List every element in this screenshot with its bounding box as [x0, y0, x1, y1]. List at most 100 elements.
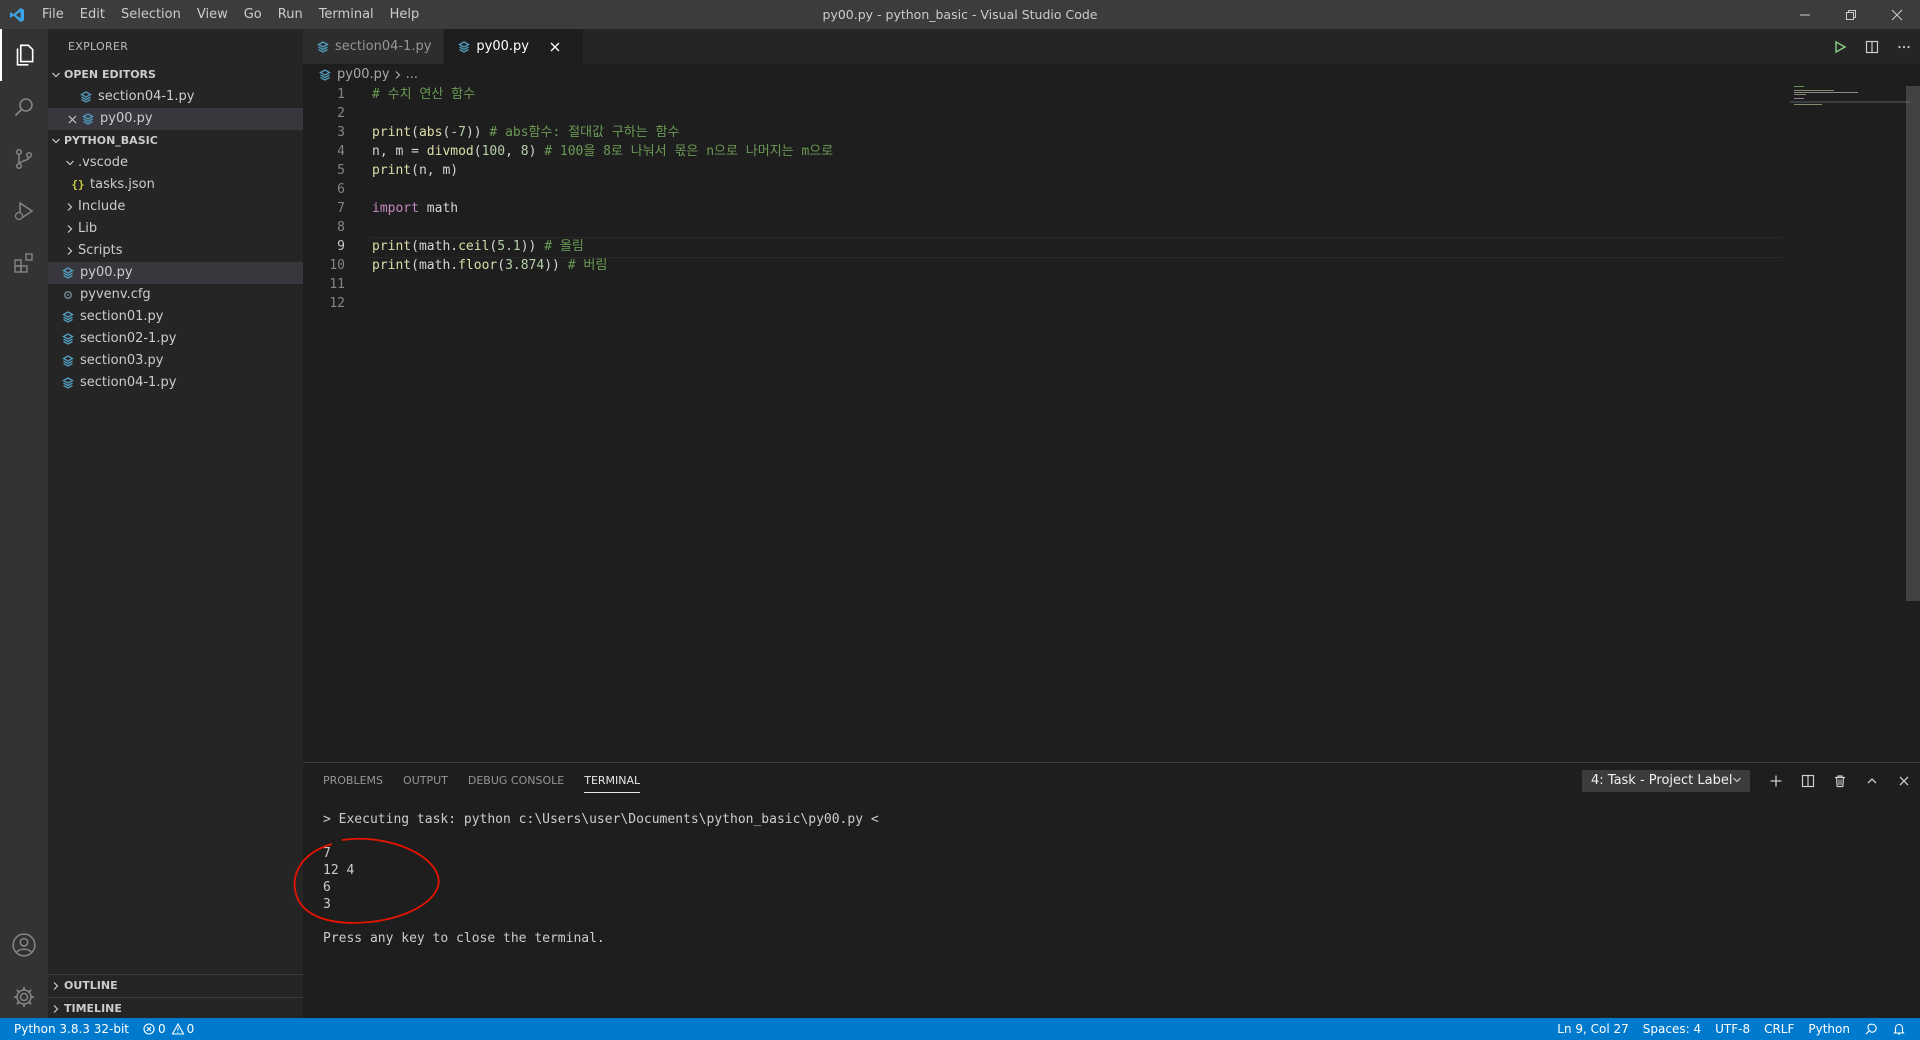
- close-icon[interactable]: [547, 42, 563, 52]
- line-ending[interactable]: CRLF: [1757, 1018, 1801, 1040]
- cursor-position[interactable]: Ln 9, Col 27: [1550, 1018, 1636, 1040]
- tab-py00[interactable]: py00.py: [444, 29, 585, 64]
- chevron-right-icon: [394, 70, 402, 80]
- close-window-button[interactable]: [1874, 0, 1920, 29]
- tab-debug-console[interactable]: DEBUG CONSOLE: [468, 763, 564, 798]
- chevron-right-icon: [62, 224, 78, 234]
- breadcrumb-file[interactable]: py00.py: [337, 64, 390, 86]
- new-terminal-button[interactable]: [1760, 763, 1792, 798]
- tree-item-py00[interactable]: py00.py: [48, 262, 303, 284]
- trash-icon: [1835, 774, 1845, 787]
- menu-help[interactable]: Help: [382, 0, 428, 29]
- minimize-button[interactable]: [1782, 0, 1828, 29]
- outline-header[interactable]: OUTLINE: [48, 975, 303, 997]
- tree-item-section01[interactable]: section01.py: [48, 306, 303, 328]
- timeline-header[interactable]: TIMELINE: [48, 997, 303, 1019]
- problems-status[interactable]: 0 0: [136, 1018, 201, 1040]
- menu-file[interactable]: File: [34, 0, 72, 29]
- terminal-select[interactable]: 4: Task - Project Label: [1582, 769, 1750, 792]
- tree-item-section04-1[interactable]: section04-1.py: [48, 372, 303, 394]
- line-number: 2: [337, 106, 345, 121]
- explorer-button[interactable]: [0, 29, 48, 81]
- minimap[interactable]: [1790, 85, 1910, 125]
- code-line: 1 # 수치 연산 함수: [303, 85, 1783, 104]
- run-debug-button[interactable]: [0, 185, 48, 237]
- extensions-button[interactable]: [0, 237, 48, 289]
- json-file-icon: {}: [71, 178, 85, 191]
- more-actions-button[interactable]: [1888, 29, 1920, 64]
- tree-item-include[interactable]: Include: [48, 196, 303, 218]
- terminal-line: > Executing task: python c:\Users\user\D…: [323, 812, 879, 827]
- plus-icon: [1770, 775, 1782, 786]
- play-icon: [1835, 40, 1847, 53]
- red-circle-annotation: [293, 837, 440, 924]
- split-terminal-button[interactable]: [1792, 763, 1824, 798]
- open-editor-item[interactable]: py00.py: [48, 108, 303, 130]
- error-icon: [143, 1023, 155, 1035]
- tree-item-lib[interactable]: Lib: [48, 218, 303, 240]
- encoding[interactable]: UTF-8: [1708, 1018, 1757, 1040]
- tree-item-label: Lib: [78, 221, 98, 236]
- line-number: 12: [329, 296, 345, 311]
- restore-icon: [1846, 9, 1856, 20]
- line-number: 11: [329, 277, 345, 292]
- status-bar-right: Ln 9, Col 27 Spaces: 4 UTF-8 CRLF Python: [1550, 1018, 1920, 1040]
- tree-item-pyvenv[interactable]: pyvenv.cfg: [48, 284, 303, 306]
- menu-selection[interactable]: Selection: [113, 0, 189, 29]
- notifications-button[interactable]: [1885, 1018, 1920, 1040]
- source-control-button[interactable]: [0, 133, 48, 185]
- code-line: 12: [303, 294, 1783, 313]
- folder-header[interactable]: PYTHON_BASIC: [48, 130, 303, 152]
- chevron-right-icon: [62, 202, 78, 212]
- warning-icon: [171, 1023, 184, 1035]
- line-number: 8: [337, 220, 345, 235]
- search-button[interactable]: [0, 81, 48, 133]
- python-interpreter[interactable]: Python 3.8.3 32-bit: [0, 1018, 136, 1040]
- restore-button[interactable]: [1828, 0, 1874, 29]
- chevron-right-icon: [48, 981, 64, 991]
- accounts-button[interactable]: [0, 919, 48, 971]
- menu-terminal[interactable]: Terminal: [311, 0, 382, 29]
- editor-scrollbar[interactable]: [1906, 86, 1920, 601]
- feedback-button[interactable]: [1857, 1018, 1885, 1040]
- line-content: [345, 275, 372, 294]
- menu-run[interactable]: Run: [270, 0, 311, 29]
- open-editor-item[interactable]: section04-1.py: [48, 86, 303, 108]
- manage-button[interactable]: [0, 971, 48, 1023]
- tab-output[interactable]: OUTPUT: [403, 763, 448, 798]
- ellipsis-icon: [1898, 45, 1910, 48]
- tab-label: py00.py: [476, 39, 529, 54]
- tab-section04-1[interactable]: section04-1.py: [303, 29, 445, 64]
- tree-item-vscode[interactable]: .vscode: [48, 152, 303, 174]
- tab-terminal[interactable]: TERMINAL: [584, 763, 640, 798]
- run-file-button[interactable]: [1824, 29, 1856, 64]
- menu-go[interactable]: Go: [236, 0, 270, 29]
- close-icon[interactable]: [64, 115, 80, 124]
- panel-tabs: PROBLEMS OUTPUT DEBUG CONSOLE TERMINAL: [303, 763, 660, 798]
- tree-item-scripts[interactable]: Scripts: [48, 240, 303, 262]
- split-editor-button[interactable]: [1856, 29, 1888, 64]
- line-content: print(math.ceil(5.1)) # 올림: [372, 239, 584, 254]
- code-editor[interactable]: 1 # 수치 연산 함수 2 3 print(abs(-7)) # abs함수:…: [303, 85, 1783, 313]
- open-editors-header[interactable]: OPEN EDITORS: [48, 64, 303, 86]
- line-content: [345, 104, 372, 123]
- close-panel-button[interactable]: [1888, 763, 1920, 798]
- indentation[interactable]: Spaces: 4: [1636, 1018, 1708, 1040]
- tree-item-tasks-json[interactable]: {} tasks.json: [48, 174, 303, 196]
- line-number: 1: [337, 87, 345, 102]
- python-file-icon: [60, 355, 76, 367]
- menu-view[interactable]: View: [189, 0, 236, 29]
- kill-terminal-button[interactable]: [1824, 763, 1856, 798]
- tree-item-section03[interactable]: section03.py: [48, 350, 303, 372]
- breadcrumb-symbol[interactable]: ...: [406, 64, 418, 86]
- tree-item-section02-1[interactable]: section02-1.py: [48, 328, 303, 350]
- vscode-logo-icon: [0, 0, 34, 29]
- line-content: print(abs(-7)) # abs함수: 절대값 구하는 함수: [372, 125, 680, 140]
- menu-edit[interactable]: Edit: [72, 0, 113, 29]
- code-line: 2: [303, 104, 1783, 123]
- tab-problems[interactable]: PROBLEMS: [323, 763, 383, 798]
- run-debug-icon: [14, 201, 34, 221]
- language-mode[interactable]: Python: [1801, 1018, 1857, 1040]
- status-bar: Python 3.8.3 32-bit 0 0 Ln 9, Col 27 Spa…: [0, 1018, 1920, 1040]
- maximize-panel-button[interactable]: [1856, 763, 1888, 798]
